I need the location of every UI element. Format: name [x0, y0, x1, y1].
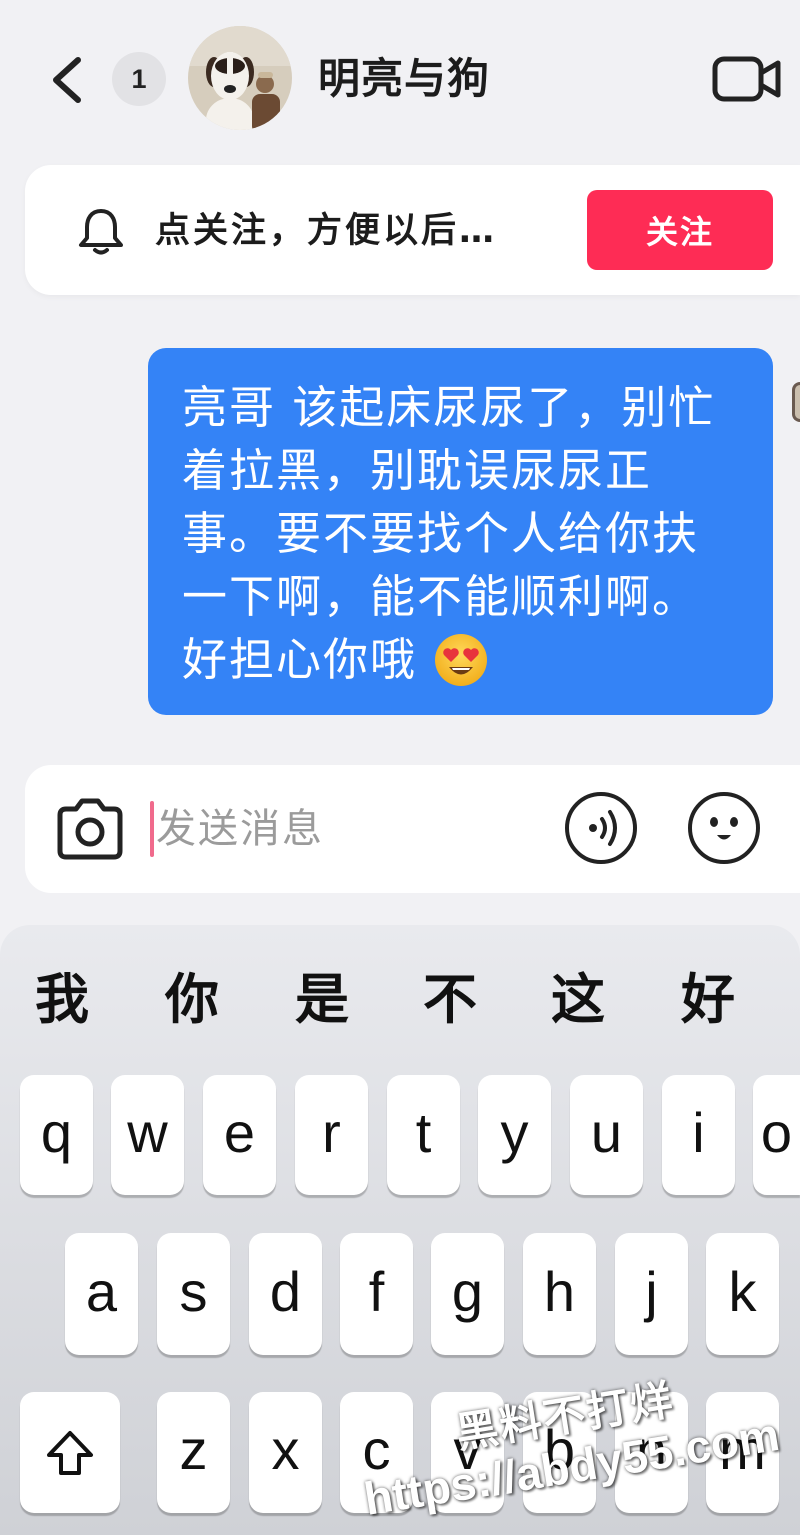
message-line: 事。要不要找个人给你扶 [182, 507, 700, 560]
key-a[interactable]: a [65, 1233, 138, 1355]
shift-key[interactable] [20, 1392, 120, 1513]
follow-banner-text: 点关注，方便以后… [155, 211, 498, 251]
sender-avatar [792, 382, 800, 422]
candidate-word[interactable]: 不 [400, 965, 500, 1035]
candidate-word[interactable]: 你 [142, 965, 242, 1035]
candidate-word[interactable]: 好 [658, 965, 758, 1035]
voice-message-button[interactable] [563, 790, 639, 866]
camera-icon [57, 798, 123, 860]
key-z[interactable]: z [157, 1392, 230, 1513]
candidate-word[interactable]: 是 [272, 965, 372, 1035]
shift-arrow-icon [47, 1430, 93, 1475]
message-last-line: 好担心你哦 [182, 628, 753, 691]
follow-button[interactable]: 关注 [587, 190, 773, 270]
key-j[interactable]: j [615, 1233, 688, 1355]
message-input[interactable] [156, 799, 546, 859]
message-line: 亮哥 该起床尿尿了，别忙 [182, 381, 716, 434]
video-call-button[interactable] [712, 54, 782, 104]
unread-count-badge: 1 [112, 52, 166, 106]
avatar-photo [188, 26, 292, 130]
key-o[interactable]: o [753, 1075, 800, 1195]
follow-banner: 点关注，方便以后… 关注 [25, 165, 800, 295]
bell-icon [76, 205, 126, 257]
key-t[interactable]: t [387, 1075, 460, 1195]
key-w[interactable]: w [111, 1075, 184, 1195]
key-s[interactable]: s [157, 1233, 230, 1355]
key-q[interactable]: q [20, 1075, 93, 1195]
voice-message-icon [565, 792, 637, 864]
key-y[interactable]: y [478, 1075, 551, 1195]
key-u[interactable]: u [570, 1075, 643, 1195]
contact-name[interactable]: 明亮与狗 [318, 50, 490, 108]
candidate-word[interactable]: 我 [12, 965, 112, 1035]
key-f[interactable]: f [340, 1233, 413, 1355]
back-button[interactable] [46, 52, 88, 108]
chevron-left-icon [53, 57, 81, 103]
contact-avatar[interactable] [188, 26, 292, 130]
message-line: 一下啊，能不能顺利啊。 [182, 570, 700, 623]
text-cursor [150, 801, 154, 857]
emoji-face-icon [688, 792, 760, 864]
key-g[interactable]: g [431, 1233, 504, 1355]
emoji-button[interactable] [686, 790, 762, 866]
key-e[interactable]: e [203, 1075, 276, 1195]
message-line: 好担心你哦 [182, 633, 418, 686]
message-bubble[interactable]: 亮哥 该起床尿尿了，别忙 着拉黑，别耽误尿尿正 事。要不要找个人给你扶 一下啊，… [148, 348, 773, 715]
camera-button[interactable] [52, 793, 128, 863]
key-k[interactable]: k [706, 1233, 779, 1355]
key-i[interactable]: i [662, 1075, 735, 1195]
message-composer [25, 765, 800, 893]
video-camera-icon [712, 56, 781, 102]
key-x[interactable]: x [249, 1392, 322, 1513]
candidate-word[interactable]: 这 [528, 965, 628, 1035]
key-d[interactable]: d [249, 1233, 322, 1355]
heart-eyes-emoji-icon [435, 633, 488, 686]
key-r[interactable]: r [295, 1075, 368, 1195]
message-line: 着拉黑，别耽误尿尿正 [182, 444, 653, 497]
key-h[interactable]: h [523, 1233, 596, 1355]
